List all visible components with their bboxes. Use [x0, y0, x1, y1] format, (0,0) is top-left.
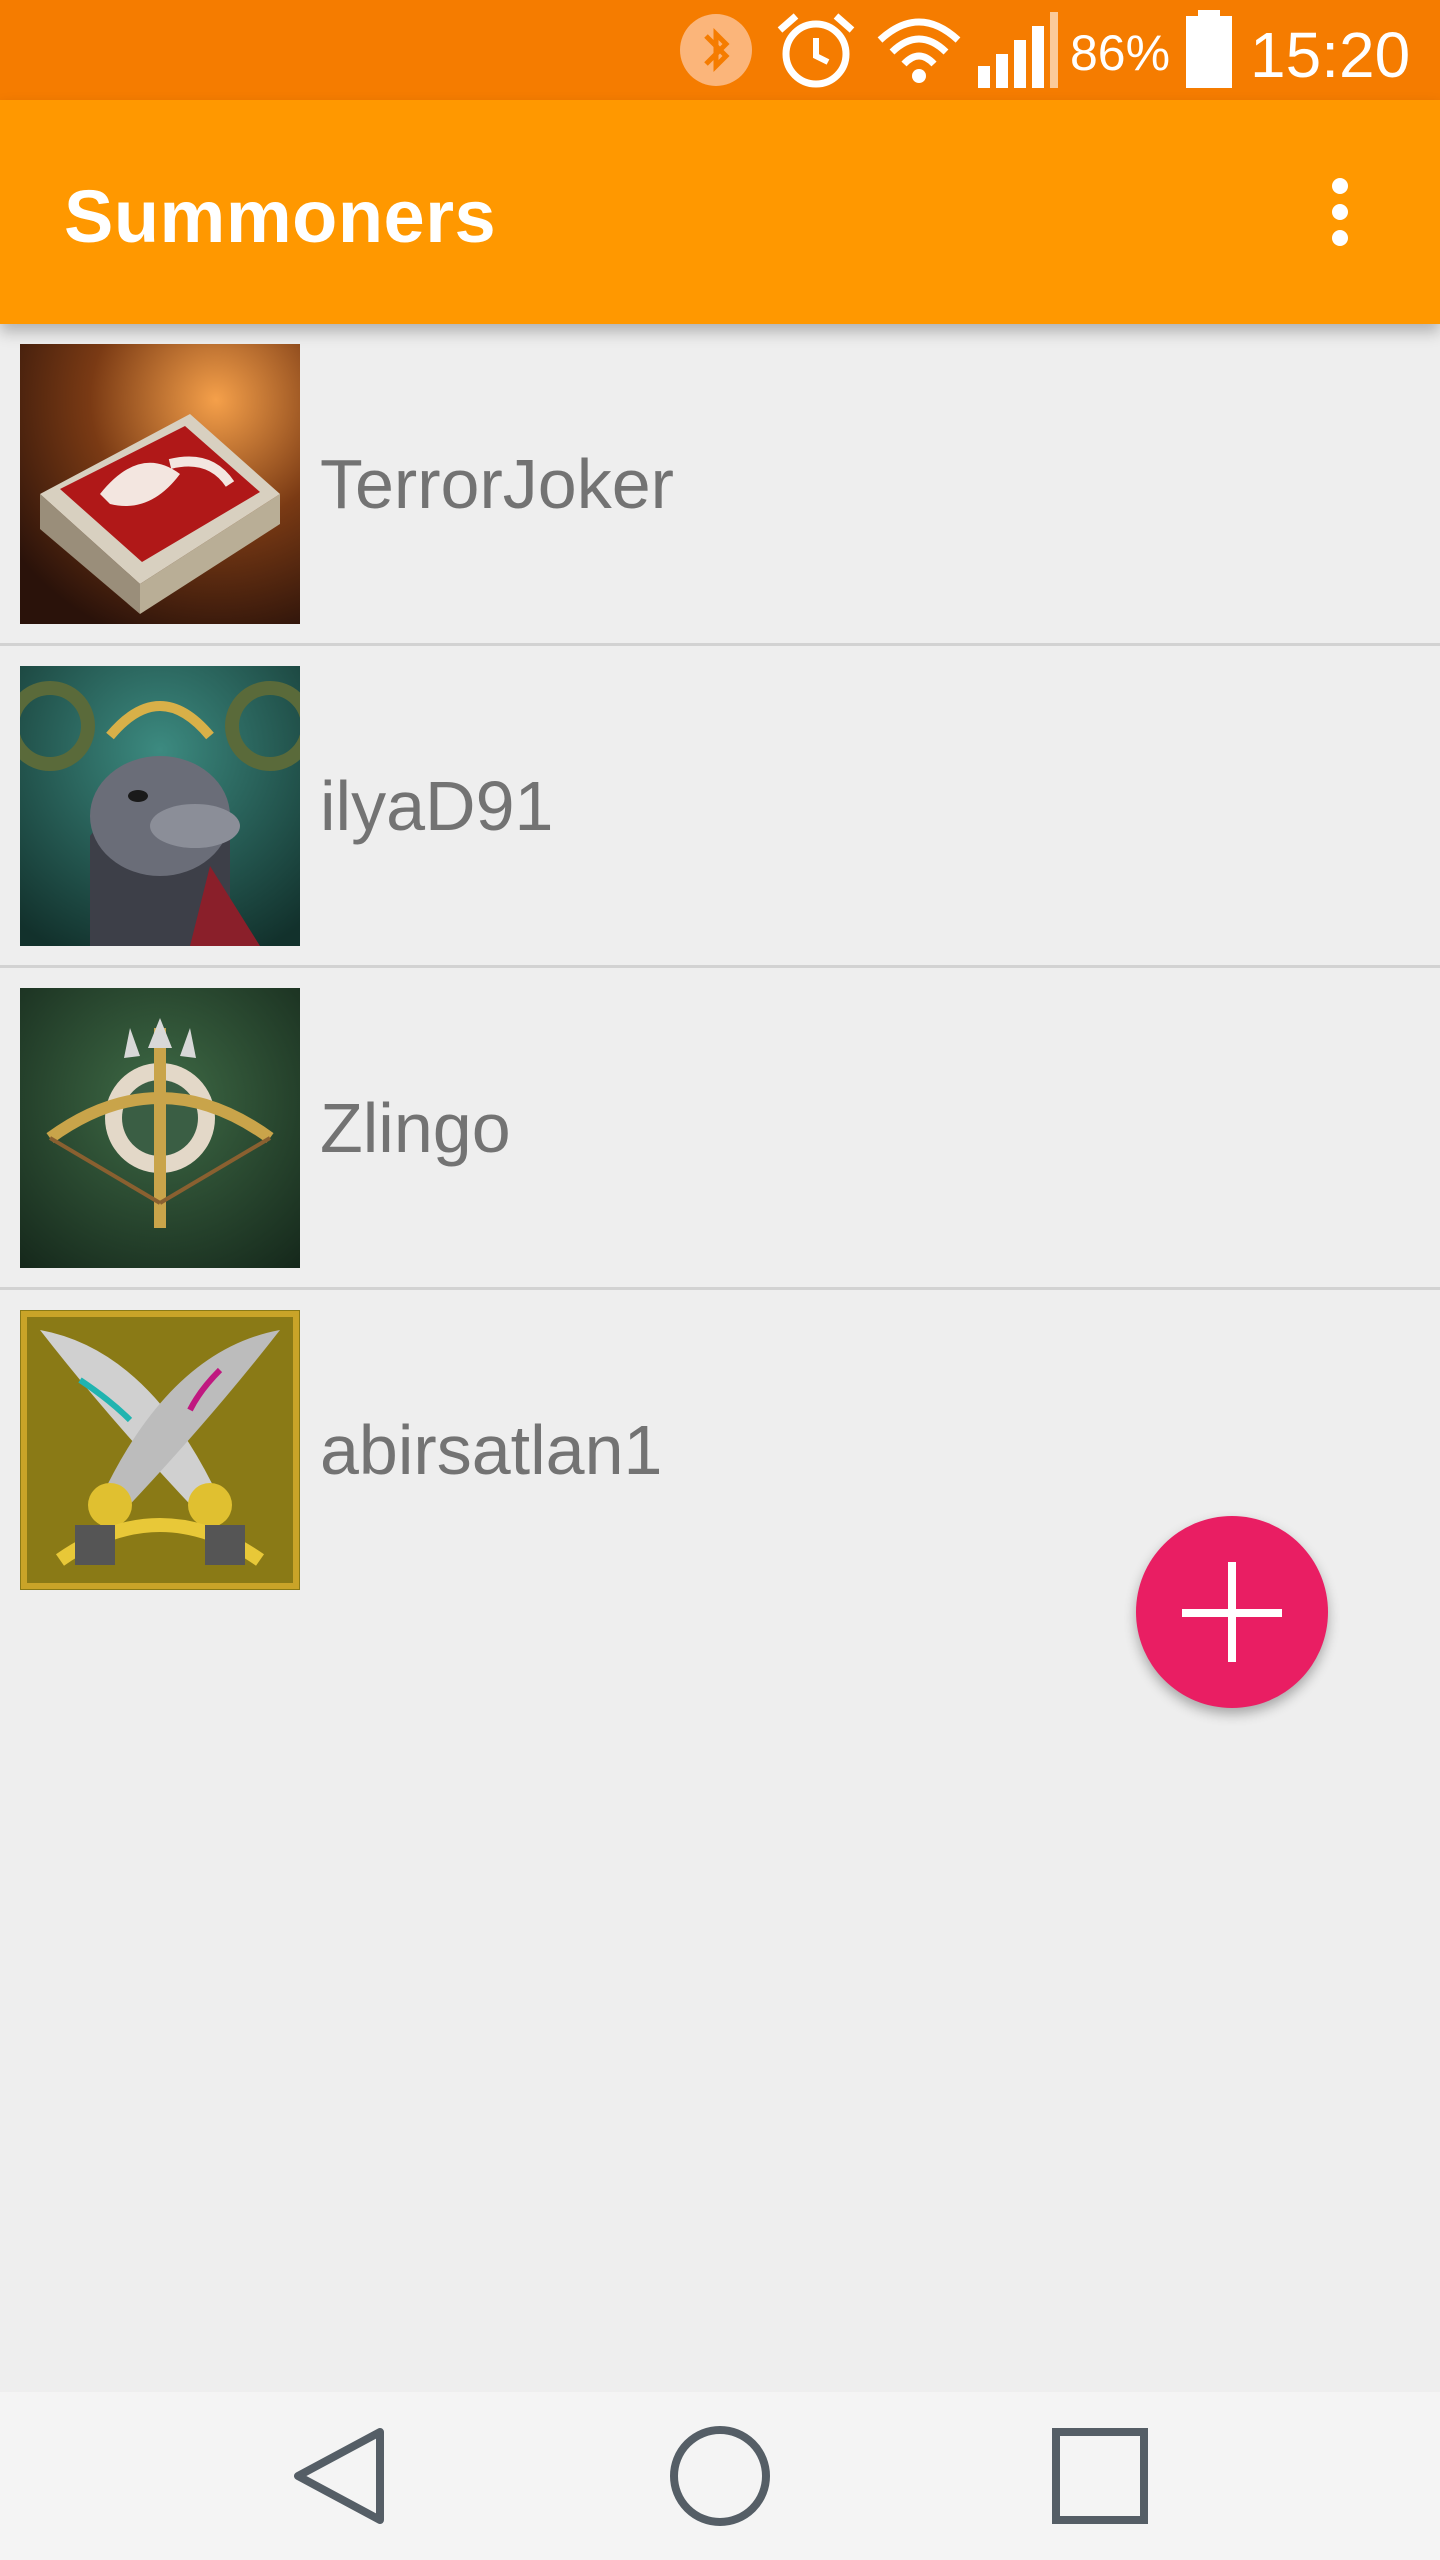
status-time: 15:20 [1250, 19, 1411, 91]
add-summoner-button[interactable] [1136, 1516, 1328, 1708]
laurel-creature-icon [20, 666, 300, 946]
app-bar: Summoners [0, 100, 1440, 324]
summoner-name: Zlingo [320, 1089, 511, 1167]
signal-icon [978, 12, 1058, 88]
alarm-icon [777, 13, 855, 88]
summoner-row[interactable]: TerrorJoker [0, 324, 1440, 646]
status-bar: 86% 15:20 [0, 0, 1440, 100]
summoner-name: TerrorJoker [320, 445, 674, 523]
battery-icon [1186, 10, 1232, 88]
crossed-blades-icon [20, 1310, 300, 1590]
more-vert-icon[interactable] [1300, 172, 1380, 252]
summoner-name: ilyaD91 [320, 767, 554, 845]
summoner-list: TerrorJoker ilyaD91 Zlingo abirsatlan1 [0, 324, 1440, 1612]
summoner-row[interactable]: ilyaD91 [0, 646, 1440, 968]
recents-icon[interactable] [1038, 2414, 1162, 2538]
summoner-row[interactable]: Zlingo [0, 968, 1440, 1290]
summoner-name: abirsatlan1 [320, 1411, 663, 1489]
back-icon[interactable] [280, 2414, 404, 2538]
navigation-bar [0, 2392, 1440, 2560]
home-icon[interactable] [658, 2414, 782, 2538]
battery-percent: 86% [1070, 25, 1171, 81]
spellbook-icon [20, 344, 300, 624]
wifi-icon [877, 18, 961, 83]
crossbow-icon [20, 988, 300, 1268]
page-title: Summoners [64, 175, 497, 258]
bluetooth-icon [680, 14, 752, 86]
